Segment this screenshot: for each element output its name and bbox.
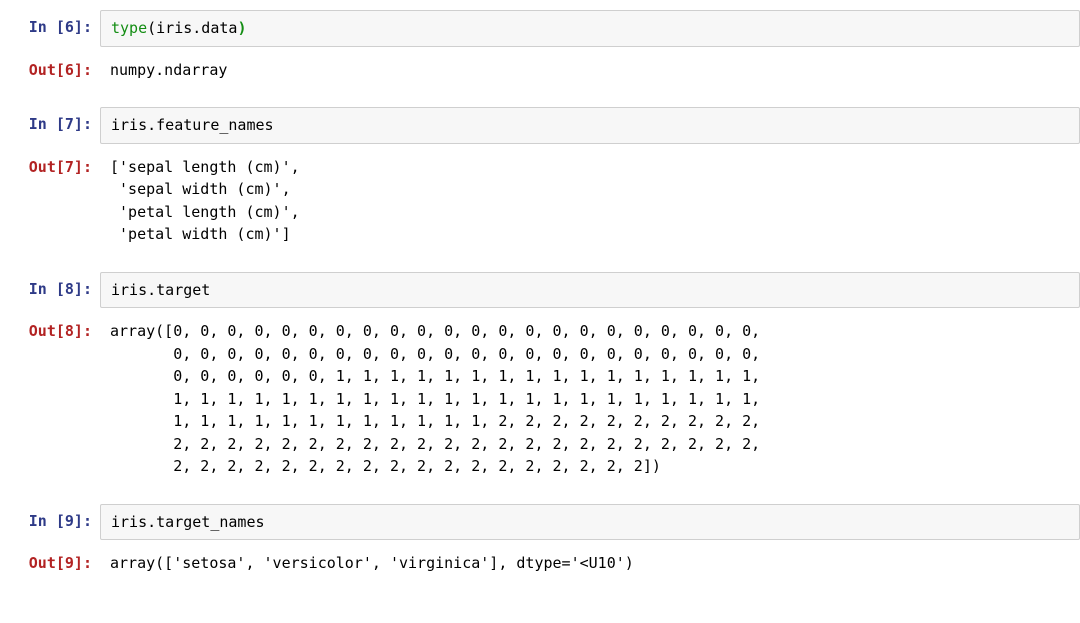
cell-spacer — [0, 93, 1080, 107]
input-prompt: In [9]: — [12, 504, 100, 533]
code-cell[interactable]: type(iris.data) — [100, 10, 1080, 47]
input-row: In [6]:type(iris.data) — [0, 10, 1080, 47]
output-row: Out[9]:array(['setosa', 'versicolor', 'v… — [0, 546, 1080, 581]
output-row: Out[6]:numpy.ndarray — [0, 53, 1080, 88]
output-cell: numpy.ndarray — [100, 53, 1080, 88]
output-row: Out[7]:['sepal length (cm)', 'sepal widt… — [0, 150, 1080, 252]
notebook-container: In [6]:type(iris.data)Out[6]:numpy.ndarr… — [0, 10, 1080, 601]
output-prompt: Out[8]: — [12, 314, 100, 343]
code-cell[interactable]: iris.target — [100, 272, 1080, 309]
input-row: In [8]:iris.target — [0, 272, 1080, 309]
input-row: In [9]:iris.target_names — [0, 504, 1080, 541]
input-prompt: In [7]: — [12, 107, 100, 136]
code-cell[interactable]: iris.feature_names — [100, 107, 1080, 144]
output-cell: array([0, 0, 0, 0, 0, 0, 0, 0, 0, 0, 0, … — [100, 314, 1080, 484]
input-row: In [7]:iris.feature_names — [0, 107, 1080, 144]
cell-spacer — [0, 258, 1080, 272]
input-prompt: In [8]: — [12, 272, 100, 301]
output-cell: array(['setosa', 'versicolor', 'virginic… — [100, 546, 1080, 581]
output-prompt: Out[9]: — [12, 546, 100, 575]
cell-spacer — [0, 490, 1080, 504]
output-row: Out[8]:array([0, 0, 0, 0, 0, 0, 0, 0, 0,… — [0, 314, 1080, 484]
input-prompt: In [6]: — [12, 10, 100, 39]
output-cell: ['sepal length (cm)', 'sepal width (cm)'… — [100, 150, 1080, 252]
output-prompt: Out[7]: — [12, 150, 100, 179]
code-cell[interactable]: iris.target_names — [100, 504, 1080, 541]
cell-spacer — [0, 587, 1080, 601]
output-prompt: Out[6]: — [12, 53, 100, 82]
